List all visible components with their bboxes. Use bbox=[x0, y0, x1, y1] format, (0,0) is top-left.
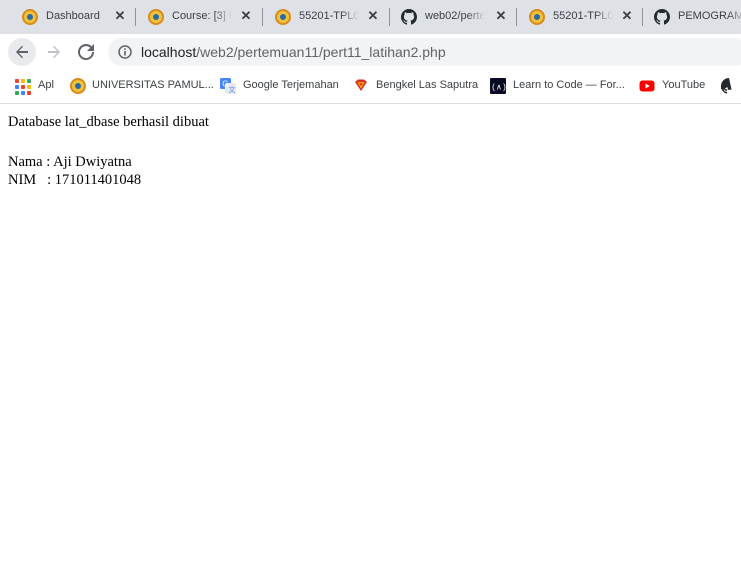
url-text: localhost/web2/pertemuan11/pert11_latiha… bbox=[141, 44, 446, 60]
close-icon[interactable]: ✕ bbox=[238, 8, 254, 24]
bookmark-label: Google Terjemahan bbox=[243, 79, 339, 91]
tab-separator bbox=[516, 8, 517, 26]
tab-dashboard[interactable]: Dashboard ✕ bbox=[22, 0, 130, 34]
apps-grid-icon bbox=[14, 78, 31, 95]
bookmarks-bar: Apl UNIVERSITAS PAMUL... G 文 Google Terj… bbox=[0, 70, 741, 104]
nama-line: Nama : Aji Dwiyatna bbox=[8, 154, 132, 170]
tab-github-pemograman[interactable]: PEMOGRAMAN bbox=[654, 0, 741, 34]
nim-line: NIM : 171011401048 bbox=[8, 172, 142, 188]
tab-label: Dashboard bbox=[46, 10, 100, 22]
github-icon bbox=[721, 78, 732, 94]
browser-toolbar: localhost/web2/pertemuan11/pert11_latiha… bbox=[0, 34, 741, 70]
close-icon[interactable]: ✕ bbox=[493, 8, 509, 24]
tab-label: 55201-TPL03-... bbox=[299, 10, 359, 22]
svg-text:文: 文 bbox=[229, 85, 236, 94]
unpam-logo-icon bbox=[529, 9, 545, 25]
page-content: Database lat_dbase berhasil dibuat Nama … bbox=[8, 113, 209, 189]
forward-arrow-icon bbox=[48, 45, 60, 59]
github-icon bbox=[654, 9, 670, 25]
unpam-logo-icon bbox=[22, 9, 38, 25]
reload-button[interactable] bbox=[72, 38, 100, 66]
tab-55201-a[interactable]: 55201-TPL03-... ✕ bbox=[275, 0, 383, 34]
github-icon bbox=[401, 9, 417, 25]
forward-button[interactable] bbox=[40, 38, 68, 66]
youtube-icon bbox=[639, 80, 655, 92]
tab-label: PEMOGRAMAN bbox=[678, 10, 741, 22]
address-bar[interactable]: localhost/web2/pertemuan11/pert11_latiha… bbox=[108, 38, 741, 66]
tab-course[interactable]: Course: [3] PEMROGRAMAN WEB ✕ bbox=[148, 0, 256, 34]
google-translate-icon: G 文 bbox=[220, 78, 236, 94]
reload-icon bbox=[78, 44, 94, 60]
bookmark-label: Apl bbox=[38, 79, 54, 91]
url-host: localhost bbox=[141, 44, 197, 60]
back-button[interactable] bbox=[8, 38, 36, 66]
close-icon[interactable]: ✕ bbox=[112, 8, 128, 24]
bookmark-label: UNIVERSITAS PAMUL... bbox=[92, 79, 214, 91]
superman-icon bbox=[355, 79, 367, 91]
tab-separator bbox=[642, 8, 643, 26]
freecodecamp-icon: (∧) bbox=[490, 78, 506, 94]
tab-separator bbox=[389, 8, 390, 26]
tab-55201-b[interactable]: 55201-TPL03-... ✕ bbox=[529, 0, 637, 34]
unpam-logo-icon bbox=[148, 9, 164, 25]
tab-separator bbox=[135, 8, 136, 26]
bookmark-label: YouTube bbox=[662, 79, 706, 91]
tab-label: web02/pertemuan11 bbox=[425, 10, 485, 22]
bookmark-label: Bengkel Las Saputra bbox=[376, 79, 479, 91]
unpam-logo-icon bbox=[275, 9, 291, 25]
unpam-logo-icon bbox=[70, 78, 86, 94]
info-icon[interactable] bbox=[118, 45, 132, 59]
svg-text:(∧): (∧) bbox=[491, 84, 506, 93]
bookmark-label: Learn to Code — For... bbox=[513, 79, 625, 91]
tab-separator bbox=[262, 8, 263, 26]
close-icon[interactable]: ✕ bbox=[365, 8, 381, 24]
url-path: /web2/pertemuan11/pert11_latihan2.php bbox=[196, 44, 446, 60]
back-arrow-icon bbox=[16, 45, 28, 59]
tab-strip: Dashboard ✕ Course: [3] PEMROGRAMAN WEB … bbox=[0, 0, 741, 34]
close-icon[interactable]: ✕ bbox=[619, 8, 635, 24]
tab-label: Course: [3] PEMROGRAMAN WEB bbox=[172, 10, 232, 22]
status-message: Database lat_dbase berhasil dibuat bbox=[8, 114, 209, 130]
tab-github-web02[interactable]: web02/pertemuan11 ✕ bbox=[401, 0, 509, 34]
tab-label: 55201-TPL03-... bbox=[553, 10, 613, 22]
